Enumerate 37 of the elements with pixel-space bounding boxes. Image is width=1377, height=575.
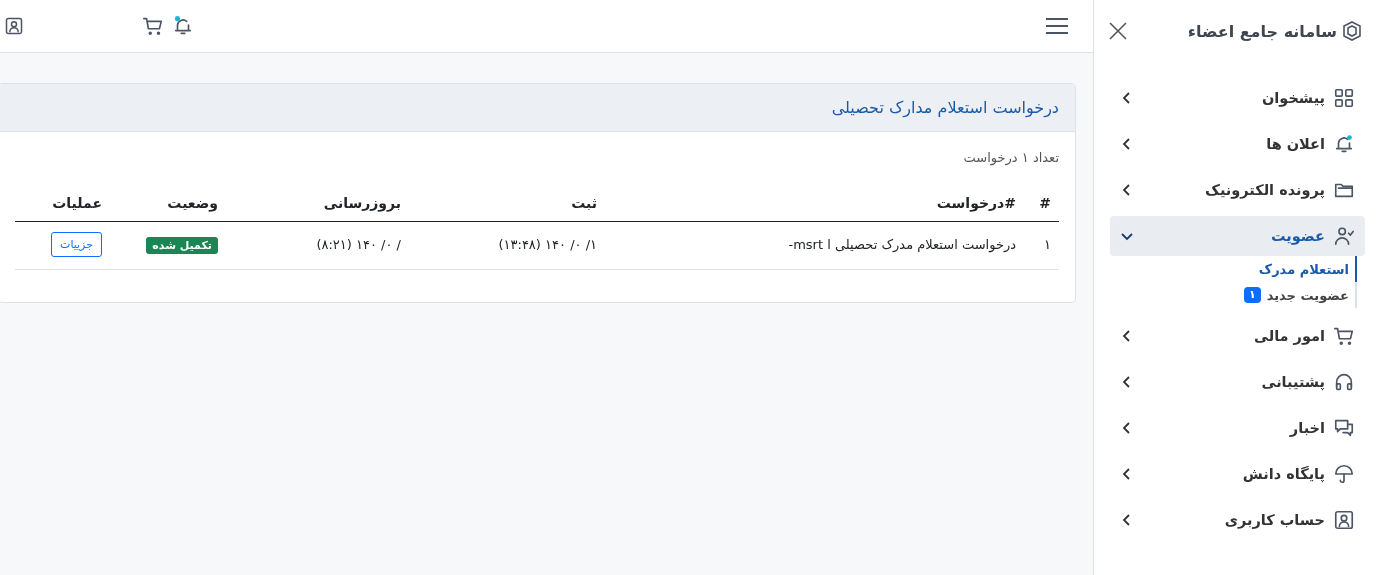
column-header: عملیات [15, 185, 110, 222]
sidebar-item[interactable]: پشتیبانی [1110, 362, 1365, 402]
headphones-icon [1333, 371, 1355, 393]
submenu-item[interactable]: عضویت جدید ۱ [1110, 282, 1357, 308]
status-badge: تکمیل شده [146, 237, 218, 254]
sidebar-item[interactable]: حساب کاربری [1110, 500, 1365, 540]
sidebar-item[interactable]: امور مالی [1110, 316, 1365, 356]
sidebar-item[interactable]: عضویت [1110, 216, 1365, 256]
column-header: بروزرسانی [226, 185, 409, 222]
sidebar-item[interactable]: پیشخوان [1110, 78, 1365, 118]
table-cell: (۸:۲۱) ۱۴۰ /۰ / [316, 237, 401, 252]
chat-icon [1333, 417, 1355, 439]
column-header: # [1024, 185, 1059, 222]
logo-icon [1343, 21, 1361, 41]
bell-icon [1333, 133, 1355, 155]
close-icon[interactable] [1108, 21, 1128, 41]
user-card-icon [1333, 509, 1355, 531]
table-cell: درخواست استعلام مدرک تحصیلی ا msrt- [788, 237, 1016, 252]
person-check-icon [1333, 225, 1355, 247]
sidebar-item[interactable]: اخبار [1110, 408, 1365, 448]
column-header: #درخواست [605, 185, 1024, 222]
app-title: سامانه جامع اعضاء [1187, 21, 1337, 41]
submenu-item[interactable]: استعلام مدرک [1110, 256, 1357, 282]
umbrella-icon [1333, 463, 1355, 485]
column-header: ثبت [409, 185, 605, 222]
request-count: تعداد ۱ درخواست [962, 150, 1059, 165]
sidebar-item[interactable]: اعلان ها [1110, 124, 1365, 164]
grid-icon [1333, 87, 1355, 109]
card-title: درخواست استعلام مدارک تحصیلی [831, 98, 1059, 117]
column-header: وضعیت [110, 185, 226, 222]
table-cell: ۱ [1044, 237, 1051, 252]
table-cell: (۱۳:۴۸) ۱۴۰ /۰ /۱ [498, 237, 597, 252]
sidebar-item[interactable]: پایگاه دانش [1110, 454, 1365, 494]
details-button[interactable]: جزییات [51, 232, 102, 257]
cart-icon [1333, 325, 1355, 347]
count-badge: ۱ [1244, 287, 1261, 303]
sidebar-item[interactable]: پرونده الکترونیک [1110, 170, 1365, 210]
